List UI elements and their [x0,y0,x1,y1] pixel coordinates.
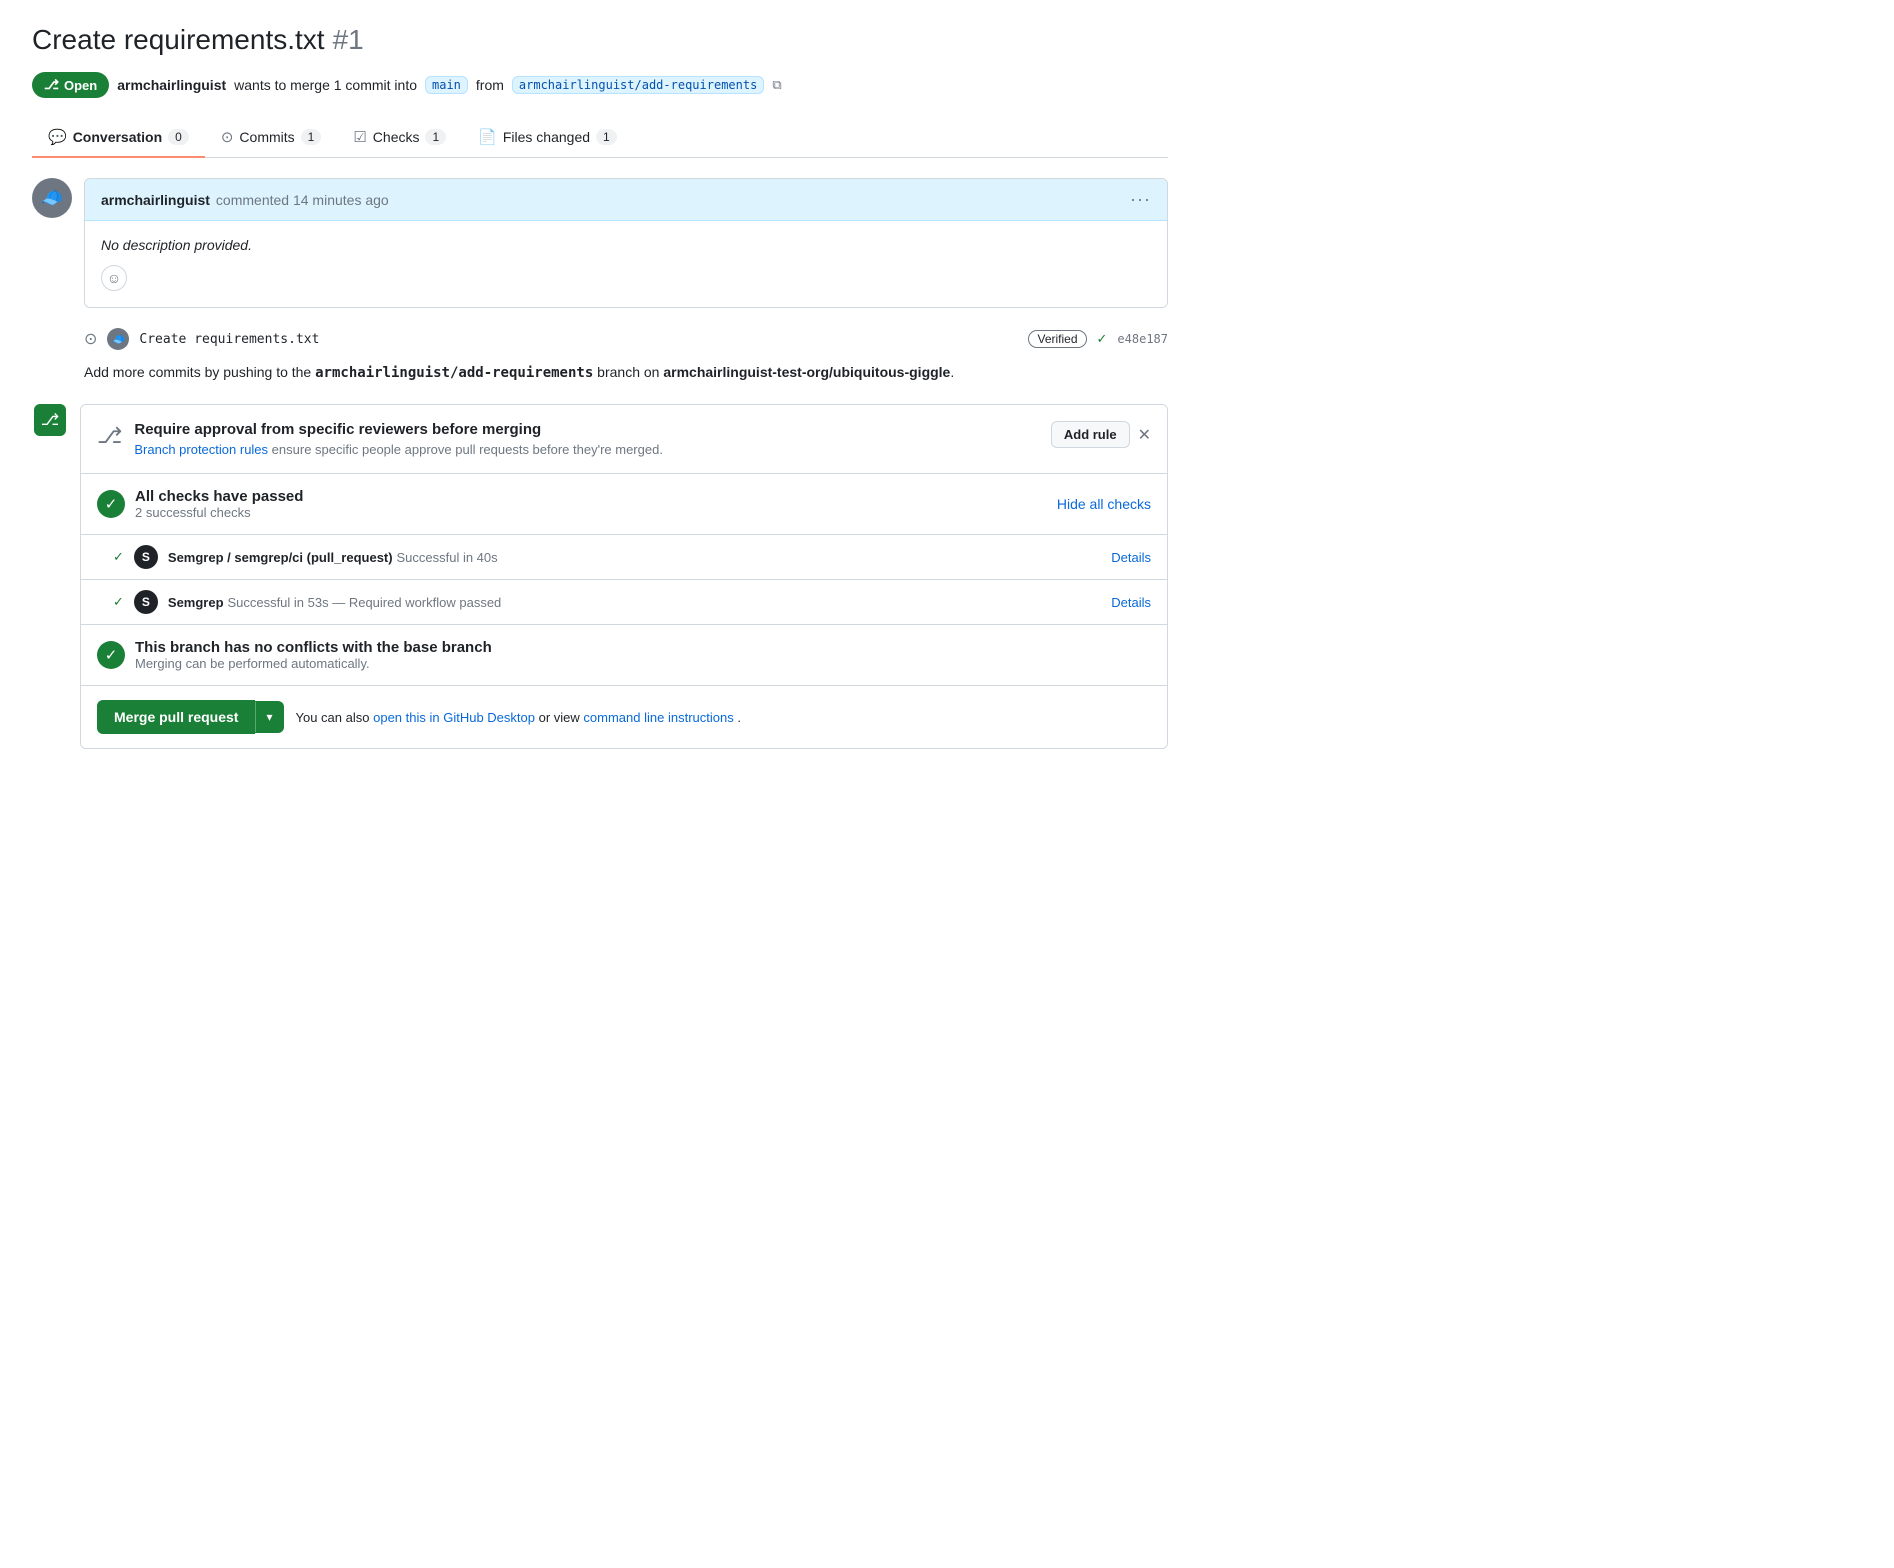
comment-body: No description provided. ☺ [85,221,1167,307]
commit-avatar: 🧢 [107,328,129,350]
base-branch[interactable]: main [425,76,468,94]
tab-commits[interactable]: ⊙ Commits 1 [205,118,338,158]
emoji-reaction-button[interactable]: ☺ [101,265,127,291]
check-tick-icon: ✓ [113,549,124,565]
branch-protection-link[interactable]: Branch protection rules [134,442,268,457]
comment-author: armchairlinguist [101,192,210,208]
merge-section: ⎇ Require approval from specific reviewe… [80,404,1168,749]
verified-badge: Verified [1028,330,1086,348]
merge-icon: ⎇ [34,404,66,436]
command-line-link[interactable]: command line instructions [583,710,733,725]
tab-checks[interactable]: ☑ Checks 1 [337,118,462,158]
protection-title: Require approval from specific reviewers… [134,421,663,438]
check-name-semgrep-ci: Semgrep / semgrep/ci (pull_request) [168,550,393,565]
merge-pull-request-button[interactable]: Merge pull request [97,700,255,734]
merge-section-wrapper: ⎇ ⎇ Require approval from specific revie… [32,404,1168,765]
commit-message[interactable]: Create requirements.txt [139,332,1018,347]
merge-button-group: Merge pull request ▾ [97,700,284,734]
files-icon: 📄 [478,128,497,146]
commit-sha[interactable]: e48e187 [1117,332,1168,346]
no-conflicts-subtitle: Merging can be performed automatically. [135,656,492,671]
push-info: Add more commits by pushing to the armch… [84,362,1168,384]
pr-merge-text: wants to merge 1 commit into [234,77,417,93]
check-row-semgrep: ✓ S Semgrep Successful in 53s — Required… [81,580,1167,625]
hide-all-checks-link[interactable]: Hide all checks [1057,496,1151,512]
merge-info: You can also open this in GitHub Desktop… [296,710,741,725]
branch-protection-row: ⎇ Require approval from specific reviewe… [81,405,1167,474]
pr-meta: ⎇ Open armchairlinguist wants to merge 1… [32,72,1168,98]
details-link-semgrep[interactable]: Details [1111,595,1151,610]
checks-passed-icon: ✓ [97,490,125,518]
comment-menu-button[interactable]: ··· [1130,189,1151,210]
pr-author: armchairlinguist [117,77,226,93]
semgrep-icon: S [134,590,158,614]
commit-line: ⊙ 🧢 Create requirements.txt Verified ✓ e… [84,328,1168,350]
commits-icon: ⊙ [221,128,234,146]
protection-desc: Branch protection rules ensure specific … [134,442,663,457]
add-rule-button[interactable]: Add rule [1051,421,1130,448]
commit-dot-icon: ⊙ [84,329,97,349]
status-badge: ⎇ Open [32,72,109,98]
comment-text: No description provided. [101,237,1151,253]
comment-header: armchairlinguist commented 14 minutes ag… [85,179,1167,221]
head-branch[interactable]: armchairlinguist/add-requirements [512,76,764,94]
semgrep-ci-icon: S [134,545,158,569]
copy-icon[interactable]: ⧉ [772,77,781,93]
merge-row: Merge pull request ▾ You can also open t… [81,686,1167,748]
conversation-icon: 💬 [48,128,67,146]
avatar: 🧢 [32,178,72,218]
merge-dropdown-button[interactable]: ▾ [255,701,283,733]
protection-icon: ⎇ [97,423,122,449]
checks-passed-row: ✓ All checks have passed 2 successful ch… [81,474,1167,535]
checks-passed-subtitle: 2 successful checks [135,505,303,520]
push-branch: armchairlinguist/add-requirements [315,365,593,381]
close-protection-button[interactable]: ✕ [1138,425,1151,445]
comment-box: armchairlinguist commented 14 minutes ag… [84,178,1168,308]
check-name-semgrep: Semgrep [168,595,224,610]
check-tick-icon-2: ✓ [113,594,124,610]
git-merge-icon: ⎇ [44,77,59,93]
comment-section: 🧢 armchairlinguist commented 14 minutes … [32,178,1168,308]
details-link-semgrep-ci[interactable]: Details [1111,550,1151,565]
check-status-semgrep: Successful in 53s — Required workflow pa… [227,595,501,610]
tab-conversation[interactable]: 💬 Conversation 0 [32,118,205,158]
push-repo: armchairlinguist-test-org/ubiquitous-gig… [663,364,950,380]
tabs-bar: 💬 Conversation 0 ⊙ Commits 1 ☑ Checks 1 … [32,118,1168,158]
check-status-semgrep-ci: Successful in 40s [396,550,497,565]
comment-time: commented 14 minutes ago [216,192,389,208]
no-conflicts-title: This branch has no conflicts with the ba… [135,639,492,656]
github-desktop-link[interactable]: open this in GitHub Desktop [373,710,535,725]
no-conflicts-icon: ✓ [97,641,125,669]
pr-title: Create requirements.txt #1 [32,24,1168,56]
check-verified-icon: ✓ [1097,331,1108,347]
tab-files-changed[interactable]: 📄 Files changed 1 [462,118,633,158]
check-row-semgrep-ci: ✓ S Semgrep / semgrep/ci (pull_request) … [81,535,1167,580]
no-conflicts-row: ✓ This branch has no conflicts with the … [81,625,1167,686]
checks-passed-title: All checks have passed [135,488,303,505]
checks-icon: ☑ [353,128,366,146]
